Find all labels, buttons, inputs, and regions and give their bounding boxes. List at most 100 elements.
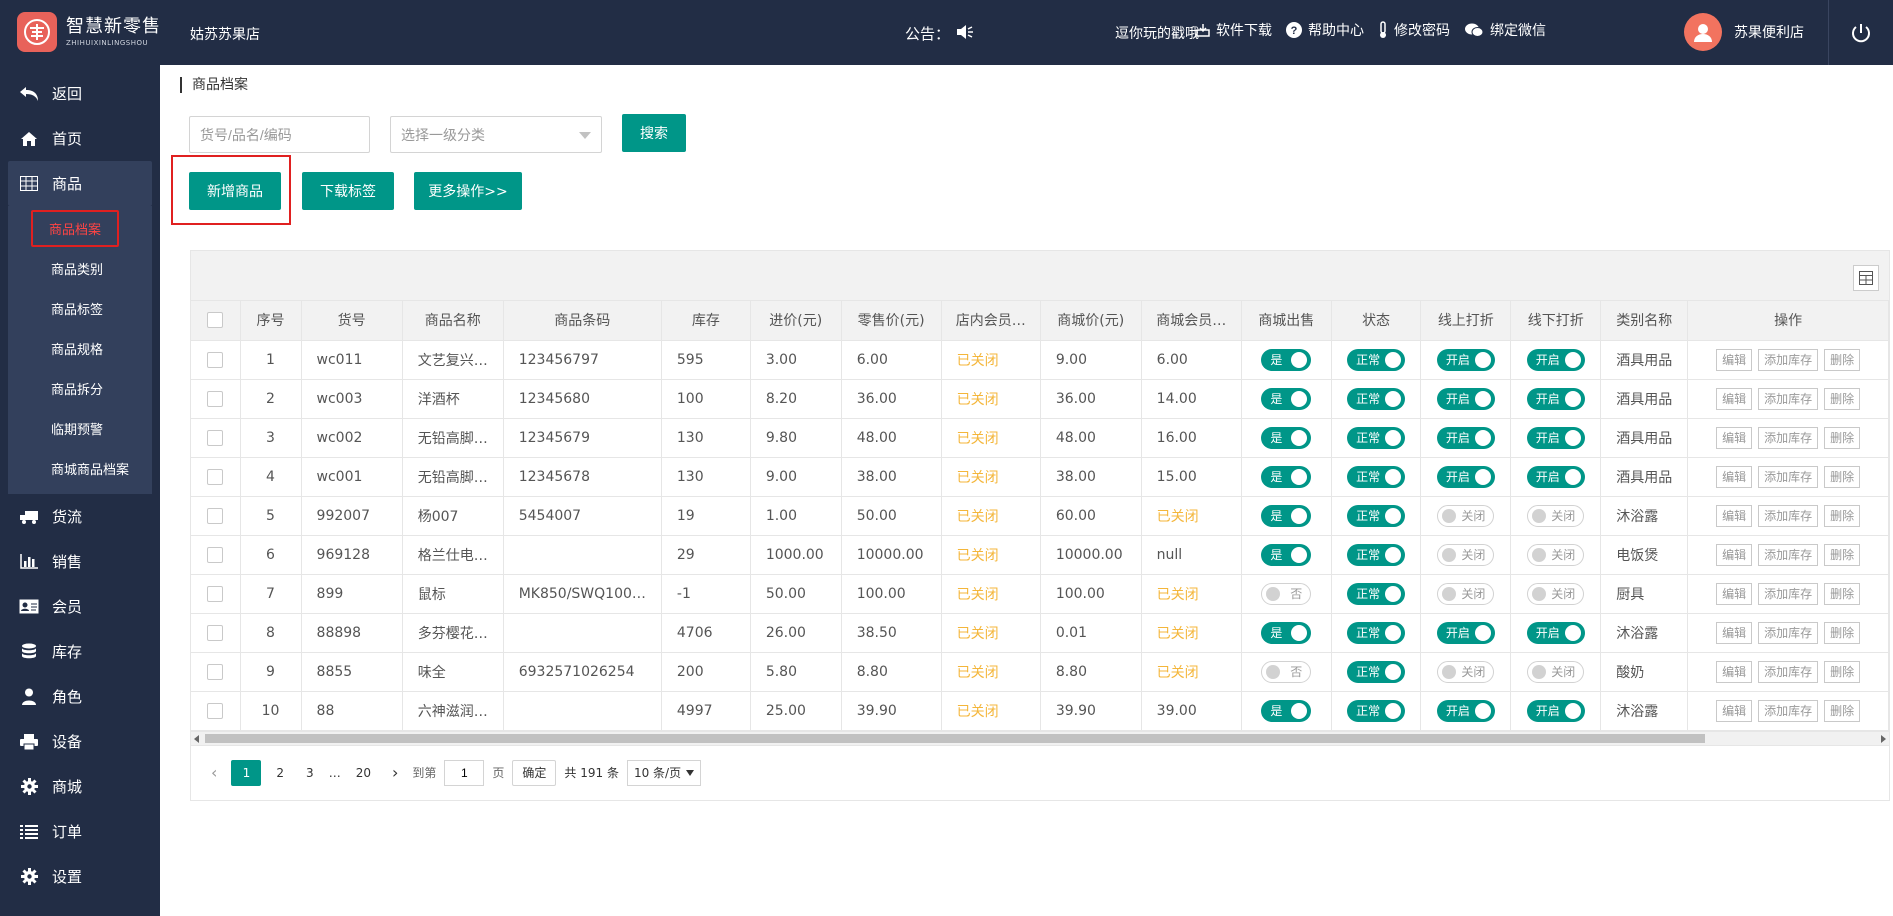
- mall-sale-toggle[interactable]: 是: [1261, 621, 1312, 644]
- sidebar-item-device[interactable]: 设备: [0, 719, 160, 764]
- sidebar-item-member[interactable]: 会员: [0, 584, 160, 629]
- status-toggle[interactable]: 正常: [1347, 348, 1406, 371]
- online-discount-toggle[interactable]: 开启: [1436, 426, 1495, 449]
- delete-button[interactable]: 删除: [1824, 699, 1861, 722]
- row-checkbox[interactable]: [207, 429, 224, 446]
- row-checkbox-cell[interactable]: [191, 457, 241, 497]
- status-toggle[interactable]: 正常: [1347, 504, 1406, 527]
- row-checkbox-cell[interactable]: [191, 535, 241, 575]
- offline-discount-toggle[interactable]: 开启: [1526, 387, 1585, 410]
- mall-sale-toggle[interactable]: 是: [1261, 504, 1312, 527]
- edit-button[interactable]: 编辑: [1716, 426, 1753, 449]
- offline-discount-toggle[interactable]: 关闭: [1527, 504, 1585, 527]
- add-goods-button[interactable]: 新增商品: [189, 172, 281, 210]
- logout-button[interactable]: [1828, 0, 1893, 65]
- row-checkbox-cell[interactable]: [191, 613, 241, 653]
- status-toggle[interactable]: 正常: [1347, 699, 1406, 722]
- online-discount-toggle[interactable]: 关闭: [1437, 660, 1495, 683]
- offline-discount-toggle[interactable]: 开启: [1526, 348, 1585, 371]
- sidebar-item-home[interactable]: 首页: [0, 116, 160, 161]
- row-checkbox-cell[interactable]: [191, 691, 241, 731]
- more-actions-button[interactable]: 更多操作>>: [414, 172, 522, 210]
- offline-discount-toggle[interactable]: 关闭: [1527, 660, 1585, 683]
- sidebar-item-goods[interactable]: 商品: [8, 161, 152, 206]
- sidebar-item-logistics[interactable]: 货流: [0, 494, 160, 539]
- sidebar-item-back[interactable]: 返回: [0, 71, 160, 116]
- row-checkbox-cell[interactable]: [191, 496, 241, 536]
- offline-discount-toggle[interactable]: 关闭: [1527, 543, 1585, 566]
- row-checkbox[interactable]: [207, 390, 224, 407]
- status-toggle[interactable]: 正常: [1347, 387, 1406, 410]
- edit-button[interactable]: 编辑: [1716, 504, 1753, 527]
- online-discount-toggle[interactable]: 开启: [1436, 465, 1495, 488]
- row-checkbox[interactable]: [207, 702, 224, 719]
- status-toggle[interactable]: 正常: [1347, 582, 1406, 605]
- edit-button[interactable]: 编辑: [1716, 387, 1753, 410]
- page-button[interactable]: 20: [349, 760, 378, 786]
- sub-item-goods-spec[interactable]: 商品规格: [8, 328, 152, 368]
- add-stock-button[interactable]: 添加库存: [1758, 504, 1819, 527]
- sub-item-goods-category[interactable]: 商品类别: [8, 248, 152, 288]
- delete-button[interactable]: 删除: [1824, 504, 1861, 527]
- sidebar-item-role[interactable]: 角色: [0, 674, 160, 719]
- offline-discount-toggle[interactable]: 开启: [1526, 465, 1585, 488]
- search-button[interactable]: 搜索: [622, 114, 686, 152]
- row-checkbox[interactable]: [207, 624, 224, 641]
- sidebar-item-orders[interactable]: 订单: [0, 809, 160, 854]
- row-checkbox[interactable]: [207, 507, 224, 524]
- edit-button[interactable]: 编辑: [1716, 348, 1753, 371]
- column-filter-button[interactable]: [1853, 265, 1879, 291]
- status-toggle[interactable]: 正常: [1347, 660, 1406, 683]
- page-size-select[interactable]: 10 条/页: [626, 759, 702, 786]
- search-input[interactable]: [189, 116, 370, 153]
- row-checkbox[interactable]: [207, 351, 224, 368]
- mall-sale-toggle[interactable]: 是: [1261, 348, 1312, 371]
- status-toggle[interactable]: 正常: [1347, 426, 1406, 449]
- sub-item-goods-archive[interactable]: 商品档案: [8, 208, 152, 248]
- delete-button[interactable]: 删除: [1824, 348, 1861, 371]
- horizontal-scrollbar[interactable]: [191, 730, 1889, 745]
- row-checkbox-cell[interactable]: [191, 574, 241, 614]
- mall-sale-toggle[interactable]: 否: [1261, 582, 1312, 605]
- mall-sale-toggle[interactable]: 否: [1261, 660, 1312, 683]
- scrollbar-thumb[interactable]: [205, 733, 1705, 743]
- mall-sale-toggle[interactable]: 是: [1261, 426, 1312, 449]
- user-menu[interactable]: 苏果便利店: [1684, 13, 1804, 51]
- notice[interactable]: 公告：: [905, 23, 974, 44]
- select-all-cell[interactable]: [191, 301, 241, 341]
- add-stock-button[interactable]: 添加库存: [1758, 543, 1819, 566]
- status-toggle[interactable]: 正常: [1347, 465, 1406, 488]
- sidebar-item-sales[interactable]: 销售: [0, 539, 160, 584]
- edit-button[interactable]: 编辑: [1716, 582, 1753, 605]
- help-link[interactable]: ? 帮助中心: [1286, 20, 1364, 40]
- status-toggle[interactable]: 正常: [1347, 543, 1406, 566]
- online-discount-toggle[interactable]: 关闭: [1437, 582, 1495, 605]
- online-discount-toggle[interactable]: 开启: [1436, 348, 1495, 371]
- add-stock-button[interactable]: 添加库存: [1758, 699, 1819, 722]
- sidebar-item-stock[interactable]: 库存: [0, 629, 160, 674]
- delete-button[interactable]: 删除: [1824, 621, 1861, 644]
- sidebar-item-settings[interactable]: 设置: [0, 854, 160, 899]
- edit-button[interactable]: 编辑: [1716, 660, 1753, 683]
- delete-button[interactable]: 删除: [1824, 426, 1861, 449]
- offline-discount-toggle[interactable]: 开启: [1526, 426, 1585, 449]
- edit-button[interactable]: 编辑: [1716, 543, 1753, 566]
- add-stock-button[interactable]: 添加库存: [1758, 582, 1819, 605]
- scroll-left-icon[interactable]: [194, 734, 199, 743]
- logo[interactable]: 智慧新零售 ZHIHUIXINLINGSHOU: [17, 12, 161, 52]
- mall-sale-toggle[interactable]: 是: [1261, 387, 1312, 410]
- delete-button[interactable]: 删除: [1824, 660, 1861, 683]
- status-toggle[interactable]: 正常: [1347, 621, 1406, 644]
- online-discount-toggle[interactable]: 关闭: [1437, 543, 1495, 566]
- download-labels-button[interactable]: 下载标签: [302, 172, 394, 210]
- mall-sale-toggle[interactable]: 是: [1261, 465, 1312, 488]
- row-checkbox[interactable]: [207, 546, 224, 563]
- sub-item-goods-label[interactable]: 商品标签: [8, 288, 152, 328]
- online-discount-toggle[interactable]: 开启: [1436, 699, 1495, 722]
- delete-button[interactable]: 删除: [1824, 543, 1861, 566]
- row-checkbox[interactable]: [207, 585, 224, 602]
- mall-sale-toggle[interactable]: 是: [1261, 543, 1312, 566]
- mall-sale-toggle[interactable]: 是: [1261, 699, 1312, 722]
- sub-item-mall-goods[interactable]: 商城商品档案: [8, 448, 152, 488]
- delete-button[interactable]: 删除: [1824, 465, 1861, 488]
